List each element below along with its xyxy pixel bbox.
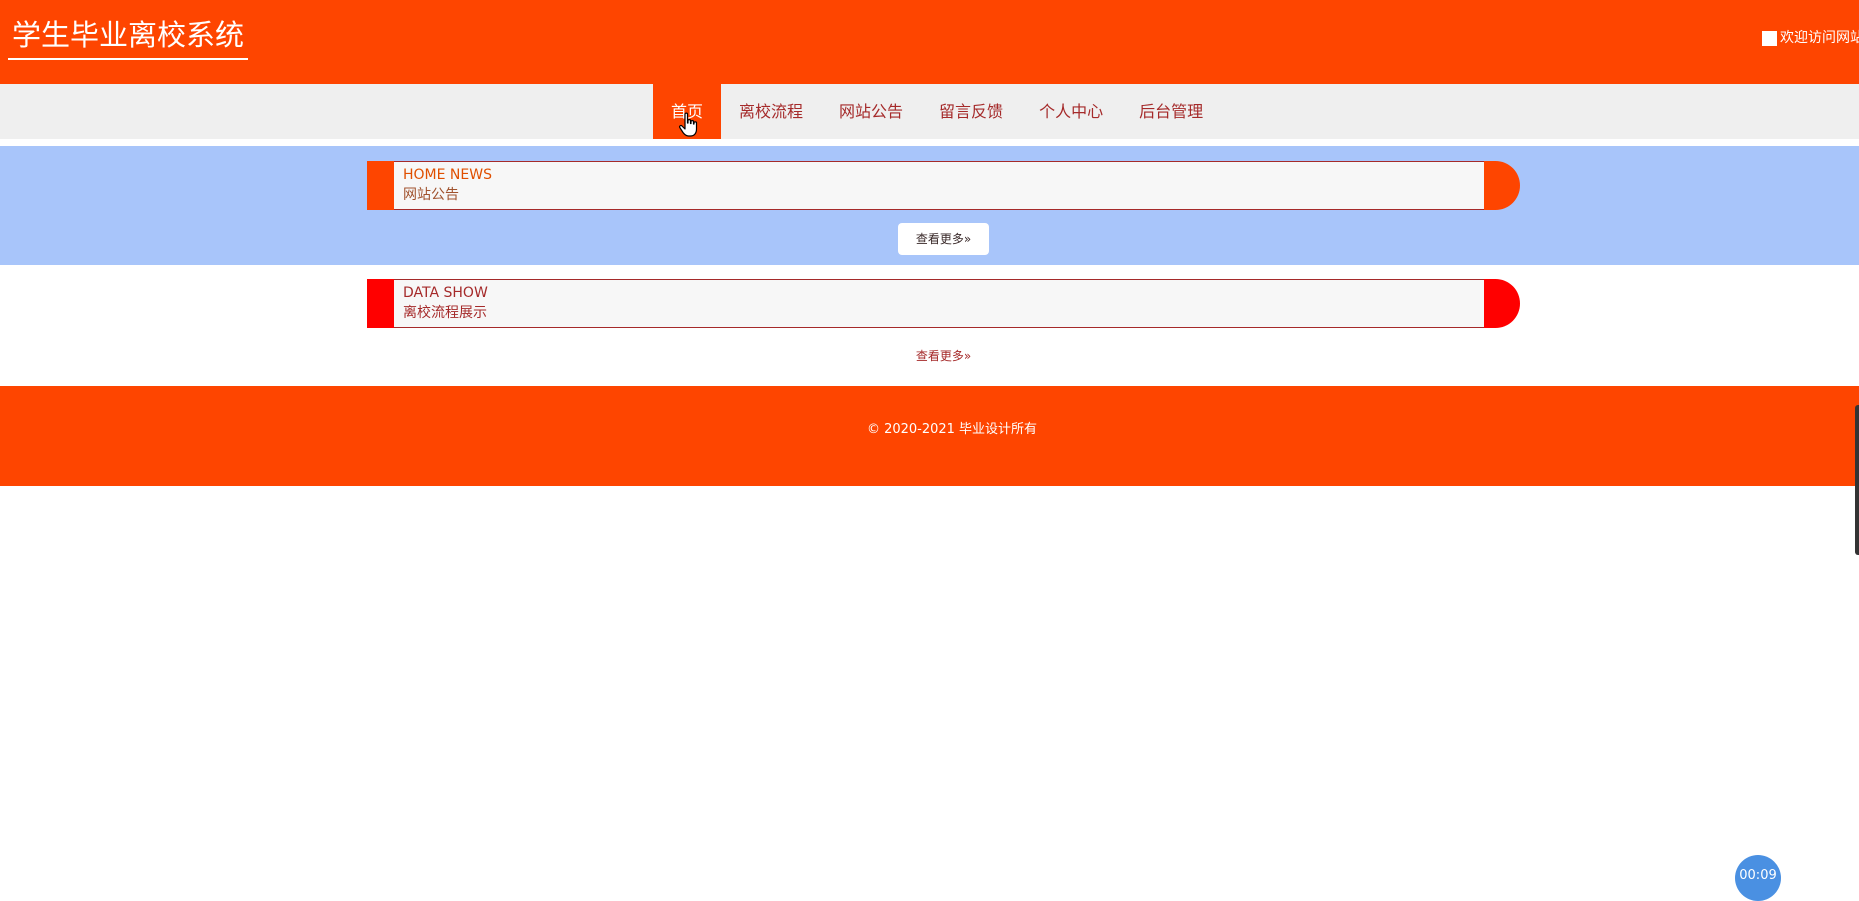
nav-item-announcements[interactable]: 网站公告 xyxy=(821,84,921,139)
news-title-cn: 网站公告 xyxy=(403,187,459,203)
main-nav: 首页 离校流程 网站公告 留言反馈 个人中心 后台管理 xyxy=(0,84,1859,139)
welcome-icon xyxy=(1762,30,1777,46)
nav-item-feedback[interactable]: 留言反馈 xyxy=(921,84,1021,139)
news-title-left-block xyxy=(367,161,394,210)
news-title-body xyxy=(394,161,1484,210)
site-header: 学生毕业离校系统 欢迎访问网站 xyxy=(0,0,1859,84)
data-title-right-cap xyxy=(1484,279,1520,328)
data-title-cn: 离校流程展示 xyxy=(403,305,487,321)
welcome-marquee: 欢迎访问网站 xyxy=(1762,29,1859,47)
data-more-button[interactable]: 查看更多» xyxy=(898,340,989,372)
hand-cursor-icon xyxy=(679,112,698,137)
news-more-button[interactable]: 查看更多» xyxy=(898,223,989,255)
data-title-en: DATA SHOW xyxy=(403,285,488,301)
nav-items: 首页 离校流程 网站公告 留言反馈 个人中心 后台管理 xyxy=(653,84,1221,139)
news-title-bar: HOME NEWS 网站公告 xyxy=(367,161,1520,210)
news-section: HOME NEWS 网站公告 查看更多» xyxy=(0,146,1859,265)
data-show-section: DATA SHOW 离校流程展示 查看更多» xyxy=(0,265,1859,386)
nav-item-admin[interactable]: 后台管理 xyxy=(1121,84,1221,139)
timer-bubble[interactable]: 00:09 xyxy=(1735,855,1781,901)
copyright-text: © 2020-2021 毕业设计所有 xyxy=(866,422,1038,437)
nav-item-personal-center[interactable]: 个人中心 xyxy=(1021,84,1121,139)
site-footer: © 2020-2021 毕业设计所有 xyxy=(0,386,1859,486)
news-title-en: HOME NEWS xyxy=(403,167,492,183)
data-title-body xyxy=(394,279,1484,328)
site-title[interactable]: 学生毕业离校系统 xyxy=(8,16,249,60)
data-title-bar: DATA SHOW 离校流程展示 xyxy=(367,279,1520,328)
nav-item-leave-process[interactable]: 离校流程 xyxy=(721,84,821,139)
news-title-right-cap xyxy=(1484,161,1520,210)
side-scroll-handle[interactable] xyxy=(1855,405,1859,555)
data-title-left-block xyxy=(367,279,394,328)
welcome-text: 欢迎访问网站 xyxy=(1780,30,1859,46)
